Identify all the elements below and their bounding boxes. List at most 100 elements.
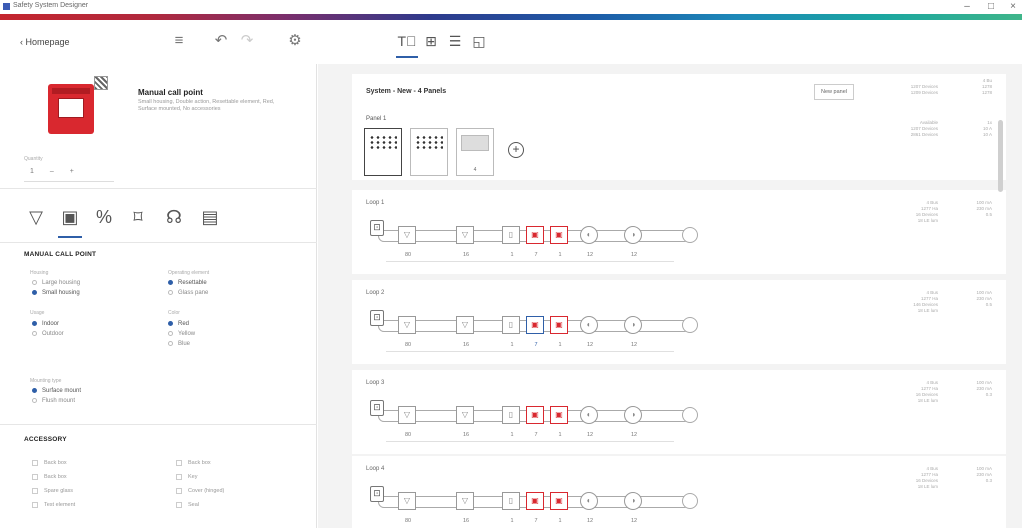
- call-point-device-icon[interactable]: ▣: [550, 226, 568, 244]
- accessory-checkbox[interactable]: Spare glass: [32, 487, 73, 496]
- mounting-option-flush[interactable]: Flush mount: [32, 397, 75, 406]
- module-icon[interactable]: ⌑: [124, 204, 152, 230]
- accessory-checkbox[interactable]: Back box: [32, 459, 67, 468]
- color-option-yellow[interactable]: Yellow: [168, 330, 195, 339]
- call-point-device-icon[interactable]: ▣: [526, 492, 544, 510]
- sounder-device-icon[interactable]: ◐: [580, 316, 598, 334]
- panel-thumbnail[interactable]: [364, 128, 402, 176]
- device-count: 7: [534, 342, 538, 348]
- call-point-icon[interactable]: ▣: [56, 204, 84, 230]
- device-count: 16: [462, 432, 470, 438]
- scrollbar[interactable]: [998, 120, 1003, 192]
- minimize-button[interactable]: –: [960, 1, 974, 13]
- loop-card[interactable]: Loop 3 ⊡ ▽ ▽ ▯ ▣ ▣ ◐ ◑ 80 16 1 7 1 12 12…: [352, 370, 1006, 454]
- housing-option-large[interactable]: Large housing: [32, 279, 80, 288]
- settings-icon[interactable]: ⚙: [284, 30, 306, 52]
- mounting-label: Mounting type: [30, 378, 62, 384]
- quantity-stepper[interactable]: 1 – +: [30, 168, 88, 175]
- device-count: 80: [404, 342, 412, 348]
- beacon-device-icon[interactable]: ◑: [624, 316, 642, 334]
- loop-card[interactable]: Loop 1 ⊡ ▽ ▽ ▯ ▣ ▣ ◐ ◑ 80 16 1 7 1 12 12…: [352, 190, 1006, 274]
- sounder-device-icon[interactable]: ◐: [580, 492, 598, 510]
- add-panel-button[interactable]: +: [508, 142, 524, 158]
- accessory-checkbox[interactable]: Test element: [32, 501, 75, 510]
- tab-floor-plan[interactable]: ◱: [468, 30, 490, 52]
- new-panel-button[interactable]: New panel: [814, 84, 854, 100]
- panel-thumbnail[interactable]: 4: [456, 128, 494, 176]
- call-point-device-icon[interactable]: ▣: [526, 226, 544, 244]
- housing-option-small[interactable]: Small housing: [32, 289, 80, 298]
- usage-option-indoor[interactable]: Indoor: [32, 320, 59, 329]
- usage-option-outdoor[interactable]: Outdoor: [32, 330, 64, 339]
- module-device-icon[interactable]: ▯: [502, 492, 520, 510]
- loop-stats-right: 100 mA 230 mA 0.3: [952, 466, 992, 484]
- menu-icon[interactable]: ≡: [168, 30, 190, 52]
- detector-device-icon[interactable]: ▽: [456, 226, 474, 244]
- call-point-device-icon[interactable]: ▣: [550, 406, 568, 424]
- tab-configurator[interactable]: T⃞: [396, 30, 418, 58]
- beacon-device-icon[interactable]: ◑: [624, 492, 642, 510]
- stat-text: 0.5: [985, 302, 992, 307]
- device-count: 12: [586, 518, 594, 524]
- accessory-checkbox[interactable]: Back box: [176, 459, 211, 468]
- beacon-device-icon[interactable]: ◑: [624, 226, 642, 244]
- panel-thumbnail[interactable]: [410, 128, 448, 176]
- accessory-label: Key: [188, 474, 198, 480]
- beacon-icon[interactable]: ▤: [196, 204, 224, 230]
- checkbox-icon: [176, 487, 182, 494]
- detector-device-icon[interactable]: ▽: [456, 492, 474, 510]
- sounder-device-icon[interactable]: ◐: [580, 226, 598, 244]
- module-device-icon[interactable]: ▯: [502, 226, 520, 244]
- detector-device-icon[interactable]: ▽: [398, 226, 416, 244]
- call-point-device-icon[interactable]: ▣: [526, 316, 544, 334]
- undo-icon[interactable]: ↶: [210, 30, 232, 52]
- back-to-homepage-link[interactable]: ‹ Homepage: [20, 37, 70, 47]
- quantity-plus-button[interactable]: +: [70, 168, 74, 175]
- device-count: 12: [630, 252, 638, 258]
- device-count: 1: [558, 518, 562, 524]
- radio-icon: [168, 320, 173, 326]
- accessory-checkbox[interactable]: Seal: [176, 501, 199, 510]
- checkbox-icon: [32, 501, 38, 508]
- device-window: [58, 98, 84, 118]
- percent-icon[interactable]: %: [90, 204, 118, 230]
- module-device-icon[interactable]: ▯: [502, 316, 520, 334]
- app-icon: [3, 3, 10, 10]
- stat-text: 10 A: [982, 132, 992, 137]
- qr-code-icon[interactable]: [94, 76, 108, 90]
- close-button[interactable]: ×: [1006, 1, 1020, 13]
- color-option-blue[interactable]: Blue: [168, 340, 190, 349]
- detector-device-icon[interactable]: ▽: [456, 316, 474, 334]
- tab-grid-view[interactable]: ⊞: [420, 30, 442, 52]
- call-point-device-icon[interactable]: ▣: [550, 316, 568, 334]
- detector-device-icon[interactable]: ▽: [398, 316, 416, 334]
- quantity-minus-button[interactable]: –: [50, 168, 54, 175]
- beacon-device-icon[interactable]: ◑: [624, 406, 642, 424]
- detector-device-icon[interactable]: ▽: [456, 406, 474, 424]
- element-option-resettable[interactable]: Resettable: [168, 279, 207, 288]
- call-point-device-icon[interactable]: ▣: [526, 406, 544, 424]
- maximize-button[interactable]: □: [984, 1, 998, 13]
- accessory-checkbox[interactable]: Key: [176, 473, 197, 482]
- loop-card[interactable]: Loop 4 ⊡ ▽ ▽ ▯ ▣ ▣ ◐ ◑ 80 16 1 7 1 12 12…: [352, 456, 1006, 528]
- module-device-icon[interactable]: ▯: [502, 406, 520, 424]
- detector-device-icon[interactable]: ▽: [398, 406, 416, 424]
- tab-list-view[interactable]: ☰: [444, 30, 466, 52]
- accessory-checkbox[interactable]: Back box: [32, 473, 67, 482]
- quantity-value[interactable]: 1: [30, 168, 34, 175]
- accessory-checkbox[interactable]: Cover (hinged): [176, 487, 224, 496]
- color-option-red[interactable]: Red: [168, 320, 189, 329]
- redo-icon[interactable]: ↷: [236, 30, 258, 52]
- call-point-device-icon[interactable]: ▣: [550, 492, 568, 510]
- product-description: Small housing, Double action, Resettable…: [138, 99, 275, 112]
- mounting-option-surface[interactable]: Surface mount: [32, 387, 81, 396]
- sounder-device-icon[interactable]: ◐: [580, 406, 598, 424]
- element-option-glass[interactable]: Glass pane: [168, 289, 208, 298]
- device-count: 1: [558, 252, 562, 258]
- smoke-detector-icon[interactable]: ▽: [22, 204, 50, 230]
- divider: [386, 351, 674, 352]
- category-active-indicator: [58, 236, 82, 238]
- sounder-icon[interactable]: ☊: [160, 204, 188, 230]
- loop-card[interactable]: Loop 2 ⊡ ▽ ▽ ▯ ▣ ▣ ◐ ◑ 80 16 1 7 1 12 12…: [352, 280, 1006, 364]
- detector-device-icon[interactable]: ▽: [398, 492, 416, 510]
